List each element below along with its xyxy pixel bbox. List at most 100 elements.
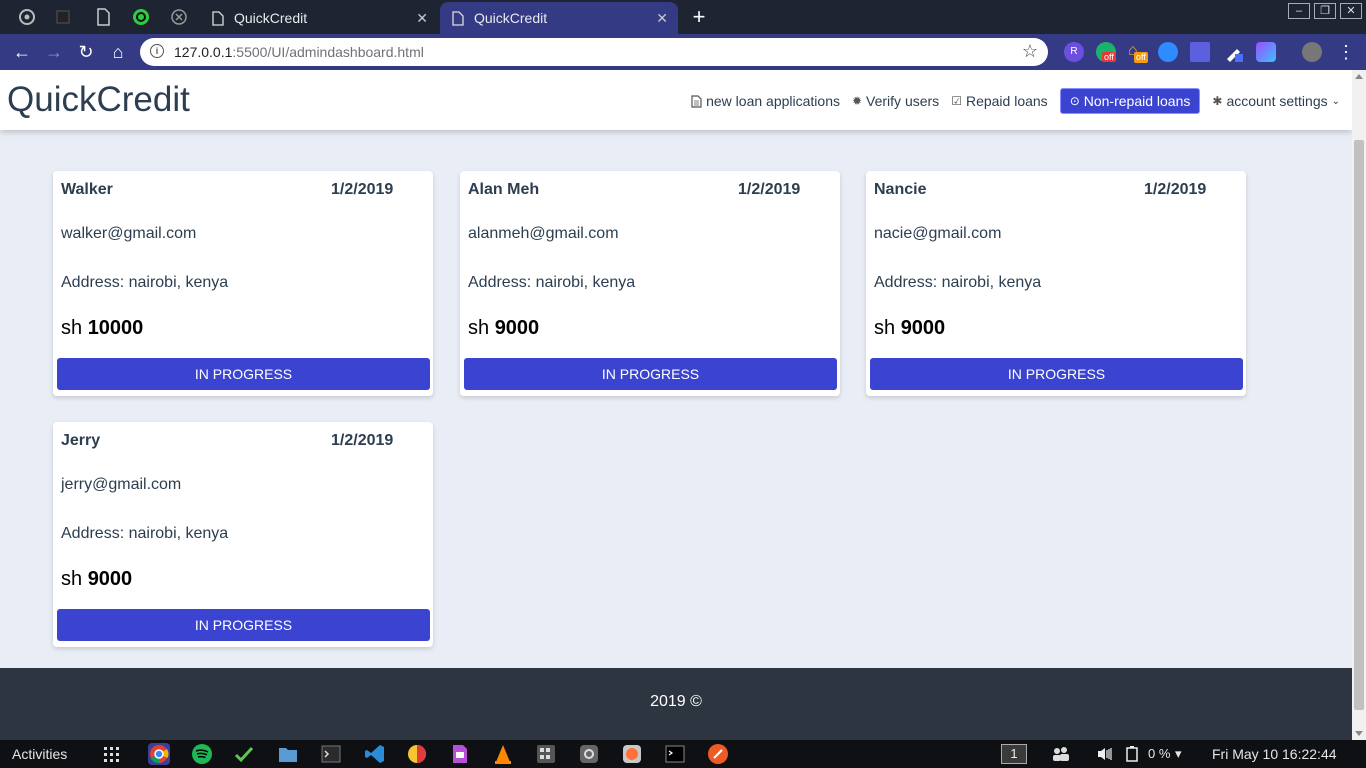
profile-avatar[interactable] [1302,42,1322,62]
console-dock-icon[interactable] [664,743,686,765]
site-header: QuickCredit new loan applications ✹ Veri… [0,70,1352,130]
status-button[interactable]: IN PROGRESS [870,358,1243,390]
url-host: 127.0.0.1 [174,44,233,60]
close-circle-icon [171,9,187,25]
new-tab-button[interactable]: + [688,5,710,29]
green-app-icon [133,9,149,25]
borrower-email: nacie@gmail.com [874,225,1002,242]
calculator-icon [537,745,555,763]
people-icon-svg [1053,747,1069,761]
status-button[interactable]: IN PROGRESS [57,609,430,641]
doc-icon [453,745,467,763]
tasks-dock-icon[interactable] [233,743,255,765]
check-square-icon: ☑ [951,94,962,108]
pinned-tab-4[interactable] [126,5,156,29]
address-bar[interactable]: i 127.0.0.1:5500/UI/admindashboard.html … [140,38,1048,66]
speaker-icon [1098,748,1112,760]
volume-icon[interactable] [1097,746,1113,765]
borrower-name: Nancie [874,181,927,198]
settings-dock-icon[interactable] [578,743,600,765]
grammarly-extension-icon[interactable]: off [1096,42,1116,62]
calculator-dock-icon[interactable] [535,743,557,765]
clock-icon: ⊙ [1069,94,1080,108]
home-icon[interactable]: ⌂ [106,40,130,64]
firefox-icon [623,745,641,763]
vscode-dock-icon[interactable] [364,743,386,765]
chevron-down-icon[interactable]: ▾ [1175,746,1182,762]
maximize-button[interactable]: ❐ [1314,3,1336,19]
app-grid-icon[interactable] [104,747,119,762]
close-icon[interactable]: ✕ [656,10,668,27]
pinned-tab-3[interactable] [88,5,118,29]
nav-label: account settings [1226,93,1328,109]
back-arrow-icon[interactable]: ← [10,40,34,64]
home-extension-icon[interactable]: ⌂ off [1128,42,1148,63]
postman-dock-icon[interactable] [707,743,729,765]
currency: sh [61,568,83,590]
vlc-dock-icon[interactable] [492,743,514,765]
reload-icon[interactable]: ↻ [74,40,98,64]
firefox-dock-icon[interactable] [621,743,643,765]
scroll-up-icon[interactable] [1355,74,1363,79]
nav-label: Verify users [866,93,940,109]
browser-tabstrip: QuickCredit ✕ QuickCredit ✕ + – ❐ ✕ [0,0,1366,34]
nav-non-repaid-loans[interactable]: ⊙ Non-repaid loans [1059,88,1201,114]
tab-extension-icon[interactable] [1190,42,1210,62]
nav-label: new loan applications [706,93,840,109]
page-scrollbar[interactable] [1352,70,1366,740]
bookmark-star-icon[interactable]: ☆ [1022,41,1038,62]
activities-button[interactable]: Activities [12,746,67,762]
vscode-icon [365,745,384,763]
pinned-tab-2[interactable] [48,5,78,29]
panel-clock[interactable]: Fri May 10 16:22:44 [1212,746,1337,762]
battery-icon[interactable] [1124,746,1140,765]
spotify-dock-icon[interactable] [191,743,213,765]
zoom-extension-icon[interactable] [1158,42,1178,62]
borrower-name: Walker [61,181,113,198]
info-icon[interactable]: i [150,44,164,58]
tab-quickcredit-1[interactable]: QuickCredit ✕ [200,2,438,34]
pen-extension-icon[interactable] [1224,42,1244,62]
loan-card: Nancie 1/2/2019 nacie@gmail.com Address:… [866,171,1246,396]
close-icon[interactable]: ✕ [416,10,428,27]
people-icon[interactable] [1052,746,1070,765]
brand-logo[interactable]: QuickCredit [7,80,190,120]
nav-repaid-loans[interactable]: ☑ Repaid loans [945,89,1054,113]
status-button[interactable]: IN PROGRESS [464,358,837,390]
vlc-icon [495,745,511,764]
color-dock-icon[interactable] [406,743,428,765]
page-viewport: QuickCredit new loan applications ✹ Veri… [0,70,1352,740]
scroll-down-icon[interactable] [1355,731,1363,736]
spotify-icon [192,744,212,764]
currency: sh [468,317,490,339]
window-close-button[interactable]: ✕ [1340,3,1362,19]
workspace-indicator[interactable]: 1 [1001,744,1027,764]
menu-kebab-icon[interactable]: ⋮ [1334,40,1358,64]
extension-r-icon[interactable]: R [1064,42,1084,62]
chrome-dock-icon[interactable] [148,743,170,765]
nav-new-loan-applications[interactable]: new loan applications [685,89,846,113]
tab-quickcredit-2[interactable]: QuickCredit ✕ [440,2,678,34]
status-button[interactable]: IN PROGRESS [57,358,430,390]
loan-date: 1/2/2019 [738,181,801,198]
document-dock-icon[interactable] [449,743,471,765]
nav-verify-users[interactable]: ✹ Verify users [846,89,945,113]
files-dock-icon[interactable] [277,743,299,765]
file-icon [691,94,702,108]
borrower-address: Address: nairobi, kenya [468,274,636,291]
gradient-extension-icon[interactable] [1256,42,1276,62]
loan-amount: sh 9000 [468,317,539,340]
minimize-button[interactable]: – [1288,3,1310,19]
loan-date: 1/2/2019 [331,432,394,449]
forward-arrow-icon[interactable]: → [42,40,66,64]
pinned-tab-5[interactable] [164,5,194,29]
battery-charging-icon [1126,746,1138,762]
pinned-tab-1[interactable] [12,5,42,29]
currency: sh [874,317,896,339]
nav-account-settings[interactable]: ✱ account settings ⌄ [1206,89,1346,113]
off-badge: off [1134,52,1148,63]
terminal-dock-icon[interactable] [320,743,342,765]
currency: sh [61,317,83,339]
scroll-thumb[interactable] [1354,140,1364,710]
document-icon [452,10,464,26]
